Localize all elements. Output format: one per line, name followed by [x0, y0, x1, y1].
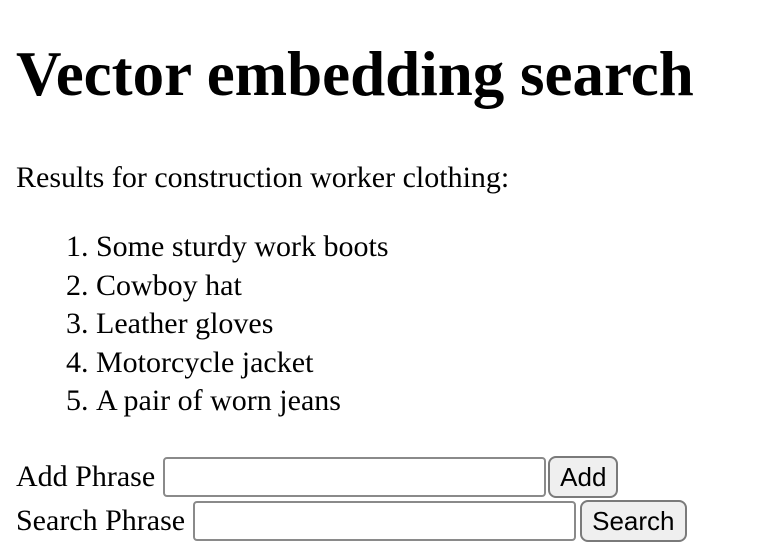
results-heading: Results for construction worker clothing… — [16, 161, 510, 194]
result-item: Motorcycle jacket — [96, 344, 389, 383]
page-title: Vector embedding search — [16, 39, 694, 109]
search-button[interactable]: Search — [580, 500, 687, 542]
result-item: Some sturdy work boots — [96, 228, 389, 267]
add-phrase-form: Add Phrase Add — [16, 455, 619, 499]
add-phrase-label: Add Phrase — [16, 460, 156, 493]
search-phrase-label: Search Phrase — [16, 504, 186, 537]
search-phrase-input[interactable] — [193, 501, 577, 541]
add-phrase-input[interactable] — [163, 457, 547, 497]
search-phrase-form: Search Phrase Search — [16, 499, 687, 543]
result-item: Cowboy hat — [96, 267, 389, 306]
result-item: A pair of worn jeans — [96, 382, 389, 421]
results-list: Some sturdy work boots Cowboy hat Leathe… — [16, 228, 389, 421]
add-button[interactable]: Add — [548, 456, 619, 498]
result-item: Leather gloves — [96, 305, 389, 344]
